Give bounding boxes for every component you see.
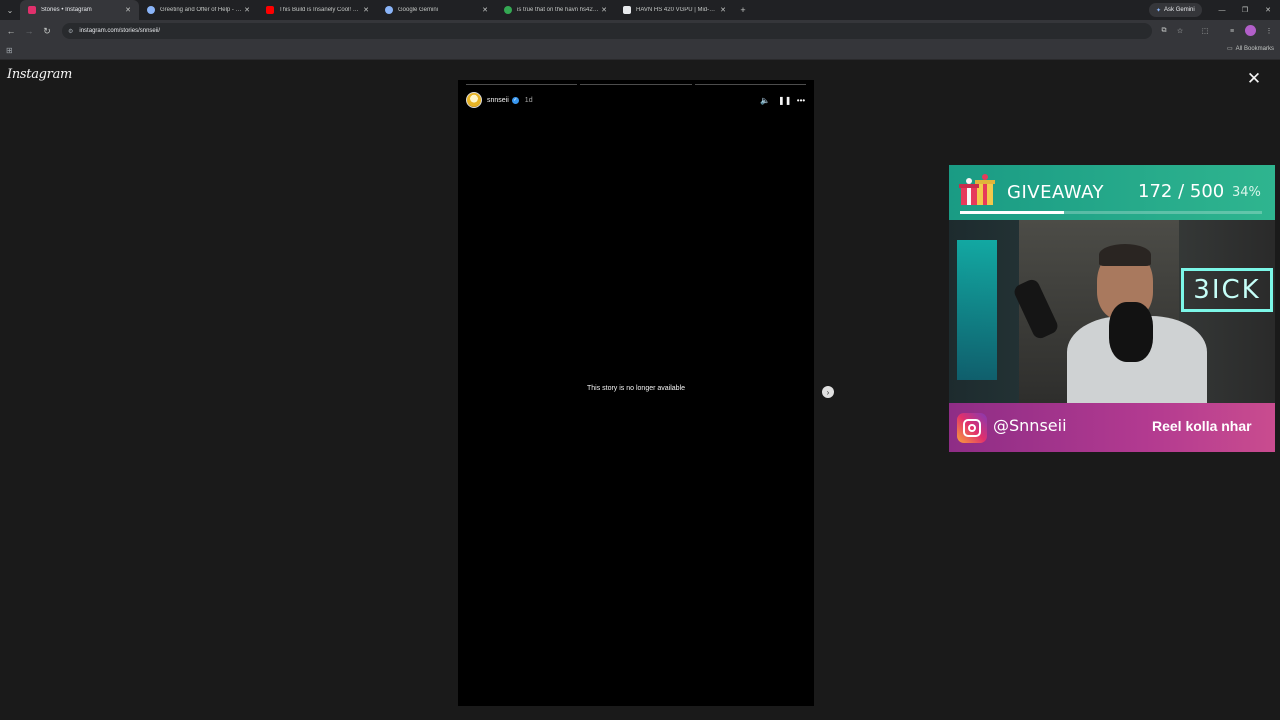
reload-icon[interactable]: ↻ xyxy=(40,24,54,38)
havn-favicon-icon xyxy=(623,6,631,14)
tab-youtube[interactable]: This Build is Insanely Cool! HAV ✕ xyxy=(258,0,377,20)
giveaway-progress-bar xyxy=(960,211,1262,214)
tab-title: This Build is Insanely Cool! HAV xyxy=(279,7,361,13)
site-info-icon[interactable]: ⚙ xyxy=(68,28,73,35)
neon-light-decoration xyxy=(957,240,997,380)
giveaway-title: GIVEAWAY xyxy=(1007,182,1104,203)
progress-segment xyxy=(466,84,578,85)
tab-search-icon[interactable]: ⌄ xyxy=(0,0,20,20)
giveaway-footer: @Snnseii Reel kolla nhar xyxy=(949,403,1275,452)
story-viewer: snnseii ✓ 1d 🔈 ❚❚ ••• This story is no l… xyxy=(458,80,814,706)
bookmark-star-icon[interactable]: ☆ xyxy=(1173,24,1187,38)
install-app-icon[interactable]: ⧉ xyxy=(1157,24,1171,38)
all-bookmarks-label: All Bookmarks xyxy=(1235,45,1274,52)
webcam-feed: 3ICK xyxy=(949,220,1275,403)
progress-segment xyxy=(580,84,692,85)
ask-gemini-label: Ask Gemini xyxy=(1164,7,1195,13)
tab-title: HAVN HS 420 VGPU | Mid-Tow xyxy=(636,7,718,13)
tab-havn-product[interactable]: HAVN HS 420 VGPU | Mid-Tow ✕ xyxy=(615,0,734,20)
story-timestamp: 1d xyxy=(524,96,533,104)
pause-icon[interactable]: ❚❚ xyxy=(778,96,791,105)
all-bookmarks-button[interactable]: ▭ All Bookmarks xyxy=(1226,45,1274,53)
tab-title: Stories • Instagram xyxy=(41,7,92,13)
gemini-favicon-icon xyxy=(147,6,155,14)
profile-avatar[interactable] xyxy=(1245,25,1256,36)
close-window-button[interactable]: ✕ xyxy=(1257,0,1279,20)
story-controls: 🔈 ❚❚ ••• xyxy=(760,96,806,105)
streamer-handle: @Snnseii xyxy=(993,416,1067,435)
youtube-favicon-icon xyxy=(266,6,274,14)
instagram-favicon-icon xyxy=(28,6,36,14)
minimize-button[interactable]: — xyxy=(1211,0,1233,20)
close-tab-icon[interactable]: ✕ xyxy=(361,6,371,14)
gemini-spark-icon: ✦ xyxy=(1156,7,1162,14)
streamer-hand xyxy=(1109,302,1153,362)
tab-title: is true that on the havn hs420 u xyxy=(517,7,599,13)
close-tab-icon[interactable]: ✕ xyxy=(242,6,252,14)
story-username[interactable]: snnseii xyxy=(487,97,509,104)
giveaway-progress-fill xyxy=(960,211,1064,214)
instagram-icon xyxy=(957,413,987,443)
close-icon[interactable]: ✕ xyxy=(1244,69,1264,89)
extensions-icon[interactable]: ⬚ xyxy=(1198,24,1212,38)
ask-gemini-button[interactable]: ✦ Ask Gemini xyxy=(1149,3,1202,17)
giveaway-cta: Reel kolla nhar xyxy=(1152,418,1252,434)
volume-icon[interactable]: 🔈 xyxy=(760,96,770,105)
tab-search-question[interactable]: is true that on the havn hs420 u ✕ xyxy=(496,0,615,20)
back-arrow-icon[interactable]: ← xyxy=(4,24,18,38)
giveaway-percent: 34% xyxy=(1232,185,1261,200)
next-story-chevron-icon[interactable]: › xyxy=(822,386,834,398)
tab-stories-instagram[interactable]: Stories • Instagram ✕ xyxy=(20,0,139,20)
restore-button[interactable]: ❐ xyxy=(1234,0,1256,20)
browser-toolbar: ← → ↻ ⚙ instagram.com/stories/snnseii/ ⧉… xyxy=(0,20,1280,42)
apps-grid-icon[interactable]: ⊞ xyxy=(6,46,13,55)
giveaway-overlay: GIVEAWAY 172 / 500 34% 3ICK @Snnseii Ree… xyxy=(949,165,1275,452)
google-favicon-icon xyxy=(504,6,512,14)
bookmarks-bar: ⊞ ▭ All Bookmarks xyxy=(0,42,1280,60)
neon-sign: 3ICK xyxy=(1181,268,1273,312)
gift-icon xyxy=(959,174,995,205)
url-text: instagram.com/stories/snnseii/ xyxy=(79,28,161,34)
gemini-favicon-icon xyxy=(385,6,393,14)
close-tab-icon[interactable]: ✕ xyxy=(123,6,133,14)
giveaway-header: GIVEAWAY 172 / 500 34% xyxy=(949,165,1275,220)
more-options-icon[interactable]: ••• xyxy=(796,96,806,105)
story-user-avatar[interactable] xyxy=(466,92,482,108)
verified-badge-icon: ✓ xyxy=(511,96,519,104)
close-tab-icon[interactable]: ✕ xyxy=(718,6,728,14)
giveaway-count: 172 / 500 xyxy=(1138,181,1225,202)
story-unavailable-message: This story is no longer available xyxy=(586,385,686,392)
progress-segment xyxy=(694,84,806,85)
close-tab-icon[interactable]: ✕ xyxy=(599,6,609,14)
address-bar[interactable]: ⚙ instagram.com/stories/snnseii/ xyxy=(62,23,1152,39)
menu-kebab-icon[interactable]: ⋮ xyxy=(1262,24,1276,38)
reading-list-icon[interactable]: ≡ xyxy=(1225,24,1239,38)
tab-strip: ⌄ Stories • Instagram ✕ Greeting and Off… xyxy=(0,0,1280,20)
tab-title: Greeting and Offer of Help - Ge xyxy=(160,7,242,13)
tab-google-gemini[interactable]: Google Gemini ✕ xyxy=(377,0,496,20)
story-header: snnseii ✓ 1d 🔈 ❚❚ ••• xyxy=(466,92,806,108)
story-progress-bars xyxy=(466,84,806,86)
instagram-logo[interactable]: Instagram xyxy=(7,67,72,82)
close-tab-icon[interactable]: ✕ xyxy=(480,6,490,14)
folder-icon: ▭ xyxy=(1226,46,1233,52)
streamer-hair xyxy=(1099,244,1151,266)
tab-greeting[interactable]: Greeting and Offer of Help - Ge ✕ xyxy=(139,0,258,20)
tab-title: Google Gemini xyxy=(398,7,439,13)
forward-arrow-icon[interactable]: → xyxy=(22,24,36,38)
new-tab-button[interactable]: + xyxy=(734,5,752,15)
